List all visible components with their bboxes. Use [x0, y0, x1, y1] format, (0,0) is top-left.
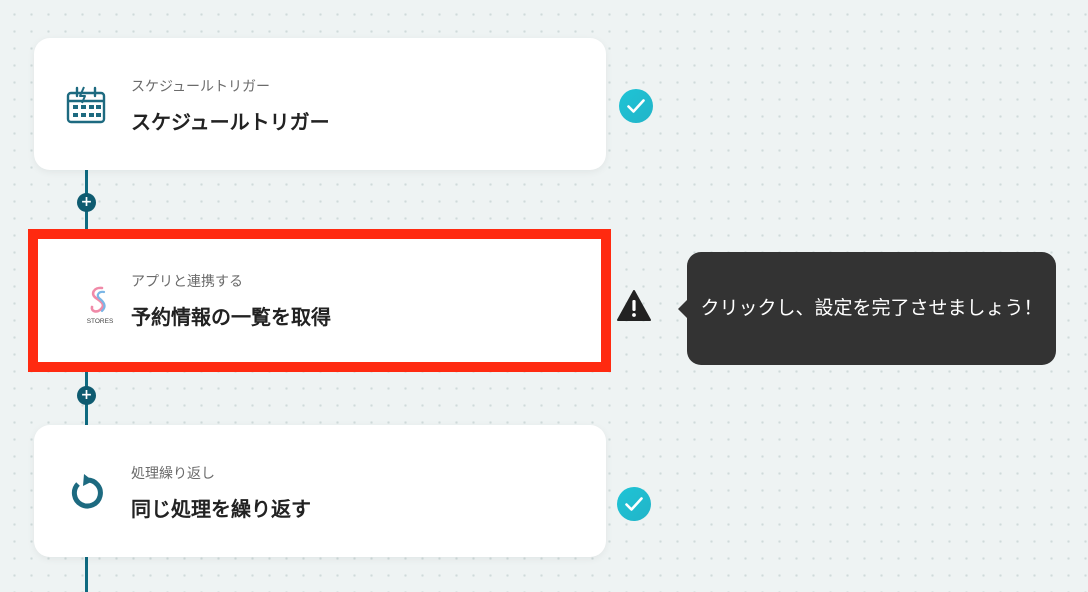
- step-title: 同じ処理を繰り返す: [131, 497, 311, 521]
- check-icon: [618, 88, 654, 124]
- flow-connector-line: [85, 556, 88, 592]
- step-subtitle: スケジュールトリガー: [131, 79, 271, 95]
- step-title: 予約情報の一覧を取得: [131, 305, 331, 329]
- setup-tooltip: クリックし、設定を完了させましょう！: [678, 252, 1056, 365]
- add-step-button[interactable]: +: [77, 193, 96, 212]
- check-icon: [616, 486, 652, 522]
- stores-logo-text: STORES: [87, 318, 114, 325]
- step-subtitle: 処理繰り返し: [131, 466, 215, 482]
- tooltip-text: クリックし、設定を完了させましょう！: [700, 297, 1043, 319]
- schedule-trigger-icon: [64, 84, 108, 128]
- warning-icon: [616, 288, 652, 324]
- step-subtitle: アプリと連携する: [131, 274, 243, 290]
- flow-step-card-loop[interactable]: 処理繰り返し 同じ処理を繰り返す: [34, 425, 606, 557]
- step-title: スケジュールトリガー: [131, 110, 330, 134]
- flow-step-card-schedule-trigger[interactable]: スケジュールトリガー スケジュールトリガー: [34, 38, 606, 170]
- stores-logo: STORES: [78, 283, 122, 327]
- flow-step-card-stores[interactable]: STORES アプリと連携する 予約情報の一覧を取得: [28, 229, 611, 372]
- add-step-button[interactable]: +: [77, 386, 96, 405]
- loop-icon: [64, 471, 108, 515]
